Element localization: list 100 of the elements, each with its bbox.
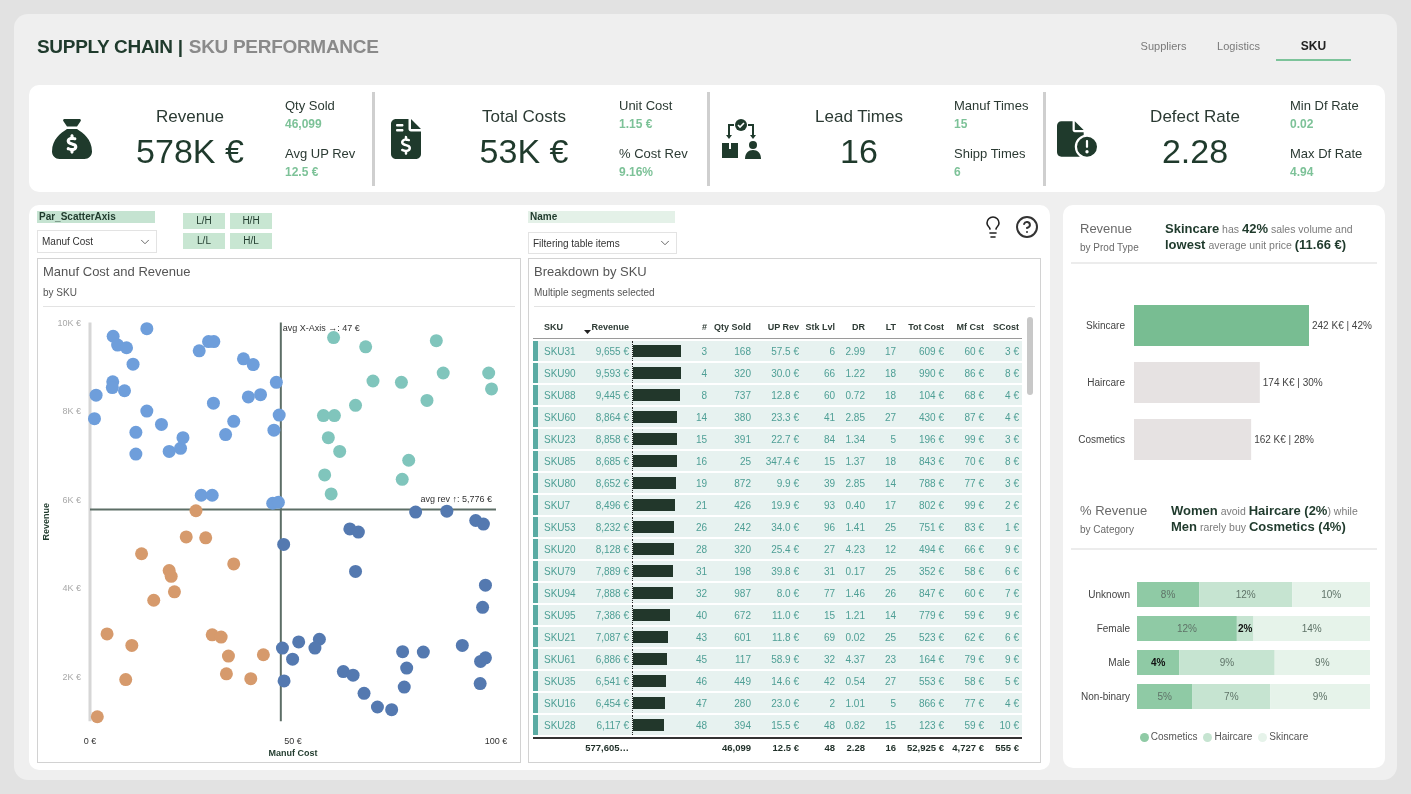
column-header[interactable]: #: [702, 320, 707, 335]
document-warning-icon: [1057, 118, 1097, 159]
box-person-icon: [721, 118, 761, 159]
table-cell-text: 352 €: [918, 564, 944, 579]
quadrant-button[interactable]: H/H: [230, 213, 272, 229]
table-cell-text: SKU79: [544, 564, 576, 579]
quadrant-button[interactable]: L/L: [183, 233, 225, 249]
metric-value: 0.02: [1290, 115, 1315, 133]
scatter-point: [176, 431, 190, 445]
table-cell-text: 17: [884, 498, 896, 513]
scatter-point: [105, 381, 119, 395]
scatter-point: [164, 569, 178, 583]
column-header[interactable]: UP Rev: [767, 320, 799, 335]
column-header[interactable]: DR: [852, 320, 865, 335]
table-cell-text: 6: [829, 344, 835, 359]
value-label: 9%: [1315, 657, 1330, 668]
table-cell-text: 32: [823, 652, 835, 667]
table-cell-text: 788 €: [918, 476, 944, 491]
table-cell-text: 494 €: [918, 542, 944, 557]
scatter-point: [167, 585, 181, 599]
table-cell-text: 8,864 €: [595, 410, 629, 425]
slicer-label: Name: [528, 211, 675, 223]
scatter-point: [118, 384, 131, 398]
column-header[interactable]: Stk Lvl: [805, 320, 835, 335]
scatter-point: [135, 547, 149, 561]
table-cell-text: 18: [884, 366, 896, 381]
metric-label: Shipp Times: [954, 144, 1027, 163]
value-label: 4%: [1150, 657, 1166, 668]
table-cell-text: 23.0 €: [771, 696, 799, 711]
column-header[interactable]: Tot Cost: [908, 320, 944, 335]
table-cell-text: 123 €: [918, 718, 944, 733]
table-cell-text: 523 €: [918, 630, 944, 645]
table-cell-text: 42: [823, 674, 835, 689]
scatter-point: [349, 398, 362, 412]
axis-dropdown[interactable]: Manuf Cost: [37, 230, 157, 253]
scatter-point: [241, 390, 255, 404]
table-cell-text: 21: [695, 498, 707, 513]
row-marker-icon: [533, 671, 538, 691]
table-cell-text: 48: [823, 718, 835, 733]
help-icon[interactable]: [1015, 215, 1039, 239]
table-cell-text: 96: [823, 520, 835, 535]
table-cell-text: SKU88: [544, 388, 576, 403]
scrollbar-thumb[interactable]: [1027, 317, 1033, 395]
scatter-point: [254, 388, 267, 402]
table-cell-text: 8,858 €: [595, 432, 629, 447]
kpi-value: 53K €: [479, 130, 569, 171]
value-label: 7%: [1224, 691, 1239, 702]
column-header[interactable]: Revenue: [591, 320, 629, 335]
table-cell-text: 8: [701, 388, 707, 403]
table-cell-text: 47: [695, 696, 707, 711]
table-cell-text: 2.85: [845, 476, 865, 491]
table-cell-text: 99 €: [964, 498, 984, 513]
category-label: Female: [1096, 623, 1130, 634]
table-cell-text: 93: [823, 498, 835, 513]
table-cell-text: 0.02: [845, 630, 865, 645]
table-cell-text: 15: [695, 432, 707, 447]
table-cell-text: 866 €: [918, 696, 944, 711]
scatter-point: [336, 665, 350, 679]
column-header[interactable]: SCost: [993, 320, 1019, 335]
scatter-point: [271, 495, 285, 509]
nav-tab[interactable]: Suppliers: [1126, 33, 1201, 61]
table-cell-text: 59 €: [964, 608, 984, 623]
table-cell-text: 60: [823, 388, 835, 403]
quadrant-button[interactable]: L/H: [183, 213, 225, 229]
table-cell-text: 347.4 €: [765, 454, 799, 469]
scatter-point: [236, 352, 250, 366]
table-cell-text: 77: [823, 586, 835, 601]
table-cell-text: 31: [823, 564, 835, 579]
table-cell-text: SKU20: [544, 542, 576, 557]
scatter-point: [473, 677, 487, 691]
filter-dropdown[interactable]: Filtering table items: [528, 232, 677, 254]
table-cell-text: 23.3 €: [771, 410, 799, 425]
table-cell-text: 12.8 €: [771, 388, 799, 403]
column-header[interactable]: LT: [885, 320, 896, 335]
column-header[interactable]: Mf Cst: [956, 320, 984, 335]
table-cell-text: 60 €: [964, 344, 984, 359]
column-header[interactable]: SKU: [544, 320, 563, 335]
scatter-point: [327, 409, 341, 423]
table-cell-text: 5: [890, 696, 896, 711]
table-cell-text: 22.7 €: [771, 432, 799, 447]
metric-value: 9.16%: [619, 163, 655, 181]
table-cell-text: 79 €: [964, 652, 984, 667]
table-cell-text: 99 €: [964, 432, 984, 447]
row-marker-icon: [533, 451, 538, 471]
table-cell-text: 15.5 €: [771, 718, 799, 733]
nav-tab[interactable]: SKU: [1276, 33, 1351, 61]
table-cell-text: 0.54: [845, 674, 865, 689]
column-header[interactable]: Qty Sold: [714, 320, 751, 335]
table-cell-text: 4 €: [1005, 410, 1019, 425]
table-cell-text: 9 €: [1005, 542, 1019, 557]
table-cell-text: SKU31: [544, 344, 576, 359]
quadrant-button[interactable]: H/L: [230, 233, 272, 249]
scatter-point: [87, 412, 101, 426]
table-cell-text: 8,685 €: [595, 454, 629, 469]
table-cell-text: SKU28: [544, 718, 576, 733]
category-label: Unknown: [1088, 589, 1130, 600]
nav-tab[interactable]: Logistics: [1201, 33, 1276, 61]
table-cell-text: 9,445 €: [595, 388, 629, 403]
sort-arrow-icon[interactable]: [584, 330, 592, 334]
scatter-point: [346, 668, 360, 682]
